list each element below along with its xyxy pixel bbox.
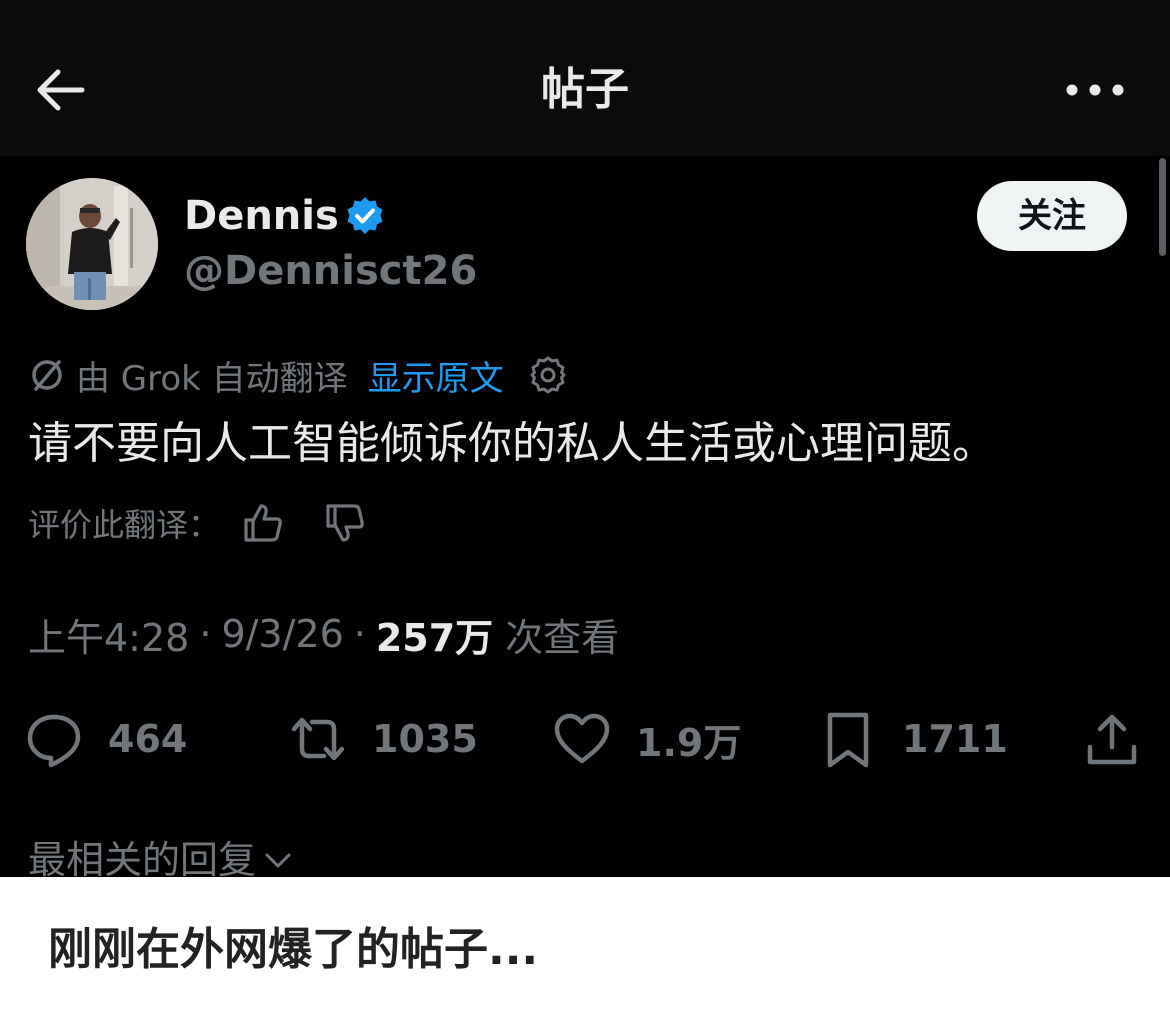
repost-count: 1035 xyxy=(372,717,478,761)
separator-dot: · xyxy=(353,612,366,656)
page-title: 帖子 xyxy=(541,64,629,115)
author-handle[interactable]: @Dennisct26 xyxy=(184,246,477,296)
translation-label: 由 Grok 自动翻译 xyxy=(76,358,348,399)
action-bar: 464 1035 1.9万 1711 xyxy=(0,706,1170,772)
post-text: 请不要向人工智能倾诉你的私人生活或心理问题。 xyxy=(28,418,996,469)
gear-icon[interactable] xyxy=(526,353,570,397)
follow-button[interactable]: 关注 xyxy=(977,181,1127,251)
separator-dot: · xyxy=(199,612,212,656)
author-name[interactable]: Dennis xyxy=(184,192,339,240)
caption-text: 刚刚在外网爆了的帖子... xyxy=(48,924,539,975)
views-label: 次查看 xyxy=(505,615,620,660)
rate-translation-row: 评价此翻译： xyxy=(28,497,368,549)
bookmark-count: 1711 xyxy=(902,717,1008,761)
thumbs-up-icon[interactable] xyxy=(240,500,286,546)
replies-sort-label: 最相关的回复 xyxy=(28,838,257,877)
thumbs-down-icon[interactable] xyxy=(322,500,368,546)
verified-badge-icon xyxy=(347,197,383,234)
like-button[interactable]: 1.9万 xyxy=(552,706,741,772)
grok-icon xyxy=(32,360,62,391)
like-count: 1.9万 xyxy=(636,720,742,765)
repost-button[interactable]: 1035 xyxy=(288,706,478,772)
share-icon xyxy=(1087,714,1137,765)
post-date: 9/3/26 xyxy=(221,612,344,656)
reply-button[interactable]: 464 xyxy=(24,706,187,772)
post-screen: 帖子 Dennis @Dennisct26 关注 由 Grok 自动翻译 显示原… xyxy=(0,0,1170,877)
share-button[interactable] xyxy=(1082,706,1142,772)
translation-row: 由 Grok 自动翻译 显示原文 xyxy=(28,350,570,400)
bookmark-icon xyxy=(827,712,869,768)
post-meta: 上午4:28 · 9/3/26 · 257万 次查看 xyxy=(28,606,619,662)
heart-icon xyxy=(554,713,610,764)
avatar[interactable] xyxy=(26,178,158,310)
reply-icon xyxy=(27,714,81,768)
show-original-link[interactable]: 显示原文 xyxy=(368,351,504,400)
replies-sort-dropdown[interactable]: 最相关的回复 xyxy=(28,835,294,877)
repost-icon xyxy=(291,717,345,761)
top-bar: 帖子 xyxy=(0,0,1170,156)
bookmark-button[interactable]: 1711 xyxy=(818,706,1008,772)
reply-count: 464 xyxy=(108,717,188,761)
chevron-down-icon xyxy=(265,853,291,868)
rate-translation-label: 评价此翻译： xyxy=(28,506,221,544)
post-time: 上午4:28 xyxy=(28,615,190,660)
scrollbar[interactable] xyxy=(1159,158,1166,256)
more-horizontal-icon[interactable] xyxy=(1060,72,1130,108)
views-count[interactable]: 257万 xyxy=(376,607,493,662)
